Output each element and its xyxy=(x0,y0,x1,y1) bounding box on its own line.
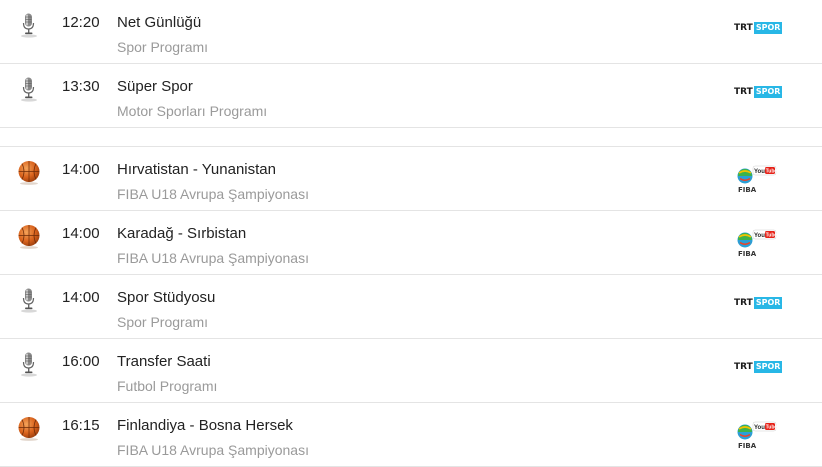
basketball-icon xyxy=(16,159,42,185)
fiba-youtube-channel-logo: You Tube FIBA xyxy=(728,419,788,453)
spor-logo-text: SPOR xyxy=(753,22,783,34)
program-category: FIBA U18 Avrupa Şampiyonası xyxy=(117,442,309,458)
microphone-icon xyxy=(16,12,42,38)
schedule-row[interactable]: 12:20 Net Günlüğü Spor Programı TRT SPOR xyxy=(0,0,822,64)
program-title[interactable]: Transfer Saati xyxy=(117,353,211,370)
svg-text:FIBA: FIBA xyxy=(738,186,757,194)
trt-logo-text: TRT xyxy=(734,23,753,33)
schedule-row[interactable]: 14:00 Hırvatistan - Yunanistan FIBA U18 Av… xyxy=(0,147,822,211)
schedule-row[interactable]: 16:15 Finlandiya - Bosna Hersek FIBA U18 A… xyxy=(0,403,822,467)
svg-text:You: You xyxy=(754,425,765,431)
spor-logo-text: SPOR xyxy=(753,86,783,98)
schedule-row[interactable]: 16:00 Transfer Saati Futbol Programı TRT SPO… xyxy=(0,339,822,403)
broadcast-time: 16:00 xyxy=(62,353,100,370)
program-title[interactable]: Net Günlüğü xyxy=(117,14,201,31)
broadcast-time: 16:15 xyxy=(62,417,100,434)
schedule-row[interactable]: 13:30 Süper Spor Motor Sporları Programı TR… xyxy=(0,64,822,128)
broadcast-schedule-list: 12:20 Net Günlüğü Spor Programı TRT SPOR 13:3… xyxy=(0,0,822,467)
program-category: Spor Programı xyxy=(117,314,209,330)
broadcast-time: 14:00 xyxy=(62,161,100,178)
svg-text:FIBA: FIBA xyxy=(738,442,757,450)
program-category: FIBA U18 Avrupa Şampiyonası xyxy=(117,186,309,202)
svg-text:FIBA: FIBA xyxy=(738,250,757,258)
microphone-icon xyxy=(16,351,42,377)
program-title[interactable]: Spor Stüdyosu xyxy=(117,289,215,306)
svg-text:Tube: Tube xyxy=(766,169,778,175)
program-category: Futbol Programı xyxy=(117,378,218,394)
svg-text:You: You xyxy=(754,169,765,175)
svg-text:You: You xyxy=(754,233,765,239)
trt-spor-channel-logo: TRT SPOR xyxy=(728,16,788,50)
program-title[interactable]: Hırvatistan - Yunanistan xyxy=(117,161,276,178)
basketball-icon xyxy=(16,415,42,441)
broadcast-time: 12:20 xyxy=(62,14,100,31)
section-divider xyxy=(0,128,822,147)
spor-logo-text: SPOR xyxy=(753,361,783,373)
microphone-icon xyxy=(16,287,42,313)
svg-text:Tube: Tube xyxy=(766,425,778,431)
program-category: FIBA U18 Avrupa Şampiyonası xyxy=(117,250,309,266)
program-title[interactable]: Karadağ - Sırbistan xyxy=(117,225,246,242)
trt-spor-channel-logo: TRT SPOR xyxy=(728,80,788,114)
trt-logo-text: TRT xyxy=(734,298,753,308)
trt-logo-text: TRT xyxy=(734,87,753,97)
program-category: Spor Programı xyxy=(117,39,209,55)
basketball-icon xyxy=(16,223,42,249)
fiba-youtube-channel-logo: You Tube FIBA xyxy=(728,227,788,261)
trt-spor-channel-logo: TRT SPOR xyxy=(728,291,788,325)
fiba-youtube-channel-logo: You Tube FIBA xyxy=(728,163,788,197)
program-title[interactable]: Süper Spor xyxy=(117,78,193,95)
broadcast-time: 14:00 xyxy=(62,225,100,242)
svg-text:Tube: Tube xyxy=(766,233,778,239)
broadcast-time: 14:00 xyxy=(62,289,100,306)
broadcast-time: 13:30 xyxy=(62,78,100,95)
schedule-row[interactable]: 14:00 Spor Stüdyosu Spor Programı TRT SPOR xyxy=(0,275,822,339)
program-category: Motor Sporları Programı xyxy=(117,103,268,119)
trt-logo-text: TRT xyxy=(734,362,753,372)
microphone-icon xyxy=(16,76,42,102)
program-title[interactable]: Finlandiya - Bosna Hersek xyxy=(117,417,293,434)
trt-spor-channel-logo: TRT SPOR xyxy=(728,355,788,389)
spor-logo-text: SPOR xyxy=(753,297,783,309)
schedule-row[interactable]: 14:00 Karadağ - Sırbistan FIBA U18 Avrupa … xyxy=(0,211,822,275)
